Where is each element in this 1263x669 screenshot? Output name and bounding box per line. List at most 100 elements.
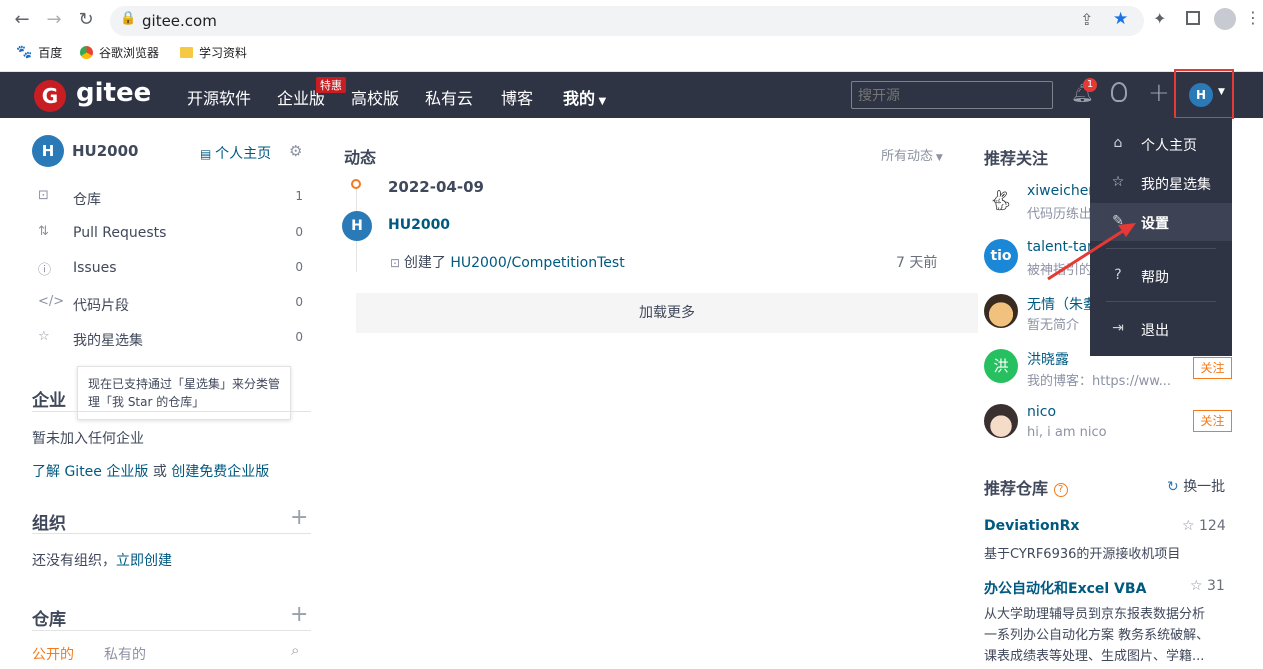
sidepanel-icon[interactable] xyxy=(1186,11,1200,25)
repo-stars[interactable]: ☆ 31 xyxy=(1190,578,1225,594)
extensions-icon[interactable]: ✦ xyxy=(1153,9,1166,28)
follow-user-name[interactable]: nico xyxy=(1027,404,1056,420)
search-icon[interactable]: ⌕ xyxy=(291,641,299,659)
sidebar-item-issues[interactable]: ⓘ Issues 0 xyxy=(33,259,311,279)
enterprise-empty-text: 暂未加入任何企业 xyxy=(32,431,144,447)
org-title: 组织 xyxy=(32,514,66,534)
repo-link[interactable]: DeviationRx xyxy=(984,518,1079,534)
menu-item-logout[interactable]: ⇥ 退出 xyxy=(1090,310,1232,348)
refresh-icon: ↻ xyxy=(1167,479,1179,495)
bookmark-star-icon[interactable]: ★ xyxy=(1113,9,1128,29)
follow-user-name[interactable]: 洪晓露 xyxy=(1027,349,1069,369)
tab-private[interactable]: 私有的 xyxy=(104,644,146,664)
user-avatar-nico[interactable] xyxy=(984,404,1018,438)
profile-username[interactable]: HU2000 xyxy=(72,142,138,160)
bookmark-folder[interactable]: 学习资料 xyxy=(180,44,247,61)
settings-gear-icon[interactable]: ⚙ xyxy=(289,142,302,160)
reload-icon[interactable]: ↻ xyxy=(74,8,98,32)
menu-icon[interactable]: ⋮ xyxy=(1245,8,1261,27)
repo-desc: 课表成绩表等处理、生成图片、学籍... xyxy=(984,649,1205,664)
star-icon: ☆ xyxy=(38,329,50,344)
nav-blog[interactable]: 博客 xyxy=(501,85,533,109)
timeline-dot xyxy=(351,179,361,189)
menu-divider xyxy=(1106,301,1216,302)
gitee-logo-text[interactable]: gitee xyxy=(76,78,151,108)
repo-desc: 一系列办公自动化方案 教务系统破解、 xyxy=(984,628,1210,643)
learn-enterprise-link[interactable]: 了解 Gitee 企业版 xyxy=(32,464,148,480)
nav-mine[interactable]: 我的 ▼ xyxy=(563,85,606,109)
gitee-logo-icon[interactable]: G xyxy=(34,80,66,112)
lock-icon: 🔒 xyxy=(120,11,137,26)
issue-icon: ⓘ xyxy=(38,263,52,278)
nav-edu[interactable]: 高校版 xyxy=(351,85,399,109)
logout-icon: ⇥ xyxy=(1112,320,1124,336)
bookmark-chrome[interactable]: 谷歌浏览器 xyxy=(80,44,159,61)
user-avatar-wuqing[interactable] xyxy=(984,294,1018,328)
star-icon: ☆ xyxy=(1182,518,1195,534)
create-enterprise-link[interactable]: 创建免费企业版 xyxy=(171,464,269,480)
follow-button[interactable]: 关注 xyxy=(1193,410,1232,432)
url-text: gitee.com xyxy=(142,12,217,30)
address-bar[interactable]: 🔒 gitee.com ⇪ ★ xyxy=(110,6,1144,36)
share-icon[interactable]: ⇪ xyxy=(1080,10,1093,29)
feed-filter-dropdown[interactable]: 所有动态 ▼ xyxy=(881,145,943,164)
user-menu-trigger[interactable]: H ▼ xyxy=(1174,69,1234,119)
help-icon[interactable]: ? xyxy=(1053,482,1068,497)
repo-title: 仓库 xyxy=(32,610,66,630)
sidebar-item-snippets[interactable]: </> 代码片段 0 xyxy=(33,294,311,314)
sidebar-item-star-collections[interactable]: ☆ 我的星选集 0 xyxy=(33,329,311,349)
menu-item-home[interactable]: ⌂ 个人主页 xyxy=(1090,125,1232,163)
arrow-shaft xyxy=(1047,227,1127,281)
create-org-link[interactable]: 立即创建 xyxy=(116,553,172,569)
feed-date: 2022-04-09 xyxy=(388,178,484,196)
recommend-follow-title: 推荐关注 xyxy=(984,149,1049,168)
divider xyxy=(32,533,311,534)
browser-toolbar: ← → ↻ 🔒 gitee.com ⇪ ★ ✦ ⋮ 🐾 百度 谷歌浏览器 学习资… xyxy=(0,0,1263,72)
back-icon[interactable]: ← xyxy=(10,8,34,32)
feed-repo-link[interactable]: HU2000/CompetitionTest xyxy=(450,255,624,271)
feed-user-link[interactable]: HU2000 xyxy=(388,217,450,233)
feed-time: 7 天前 xyxy=(896,255,938,271)
tab-public[interactable]: 公开的 xyxy=(32,644,74,664)
gitee-navbar: G gitee 开源软件 企业版 特惠 高校版 私有云 博客 我的 ▼ 🔔︎ 1… xyxy=(0,69,1263,119)
repo-stars[interactable]: ☆ 124 xyxy=(1182,518,1226,534)
recommend-repos-title: 推荐仓库 ? xyxy=(984,475,1068,499)
notification-badge: 1 xyxy=(1083,78,1097,92)
nav-opensource[interactable]: 开源软件 xyxy=(187,85,251,109)
add-org-plus-icon[interactable]: + xyxy=(290,505,308,530)
profile-home-link[interactable]: ▤ 个人主页 xyxy=(200,143,271,163)
search-input[interactable] xyxy=(851,81,1053,109)
follow-button[interactable]: 关注 xyxy=(1193,357,1232,379)
divider xyxy=(32,411,311,412)
forward-icon[interactable]: → xyxy=(42,8,66,32)
caret-down-icon: ▼ xyxy=(595,96,607,107)
feed-user-avatar[interactable]: H xyxy=(342,211,372,241)
repo-link[interactable]: 办公自动化和Excel VBA xyxy=(984,578,1146,598)
feed-title: 动态 xyxy=(344,148,377,167)
avatar: H xyxy=(1189,83,1213,107)
plus-icon[interactable]: + xyxy=(1148,78,1170,108)
nav-private-cloud[interactable]: 私有云 xyxy=(425,85,473,109)
follow-user-name[interactable]: 无情（朱耋 xyxy=(1027,294,1097,314)
sidebar-item-repos[interactable]: ⊡ 仓库 1 xyxy=(33,188,311,208)
baidu-icon: 🐾 xyxy=(16,45,33,60)
folder-icon xyxy=(180,47,193,58)
follow-user-desc: 暂无简介 xyxy=(1027,318,1080,333)
profile-avatar[interactable]: H xyxy=(32,135,64,167)
user-avatar-talent-tan[interactable]: tio xyxy=(984,239,1018,273)
bookmark-baidu[interactable]: 🐾 百度 xyxy=(16,44,62,61)
profile-icon[interactable] xyxy=(1214,8,1236,30)
sidebar-item-pull-requests[interactable]: ⇅ Pull Requests 0 xyxy=(33,224,311,244)
user-avatar-hongxiaolu[interactable]: 洪 xyxy=(984,349,1018,383)
user-avatar-xiweicheng[interactable]: 🐇︎ xyxy=(984,183,1018,217)
star-icon: ☆ xyxy=(1111,174,1125,190)
refresh-batch-button[interactable]: ↻ 换一批 xyxy=(1167,476,1225,496)
load-more-button[interactable]: 加载更多 xyxy=(356,293,978,333)
add-repo-plus-icon[interactable]: + xyxy=(290,602,308,627)
org-empty: 还没有组织，立即创建 xyxy=(32,553,172,569)
home-icon: ⌂ xyxy=(1113,135,1123,151)
divider xyxy=(32,630,311,631)
lightbulb-icon[interactable] xyxy=(1111,82,1127,102)
menu-item-star-collections[interactable]: ☆ 我的星选集 xyxy=(1090,164,1232,202)
follow-user-desc: hi, i am nico xyxy=(1027,425,1107,440)
